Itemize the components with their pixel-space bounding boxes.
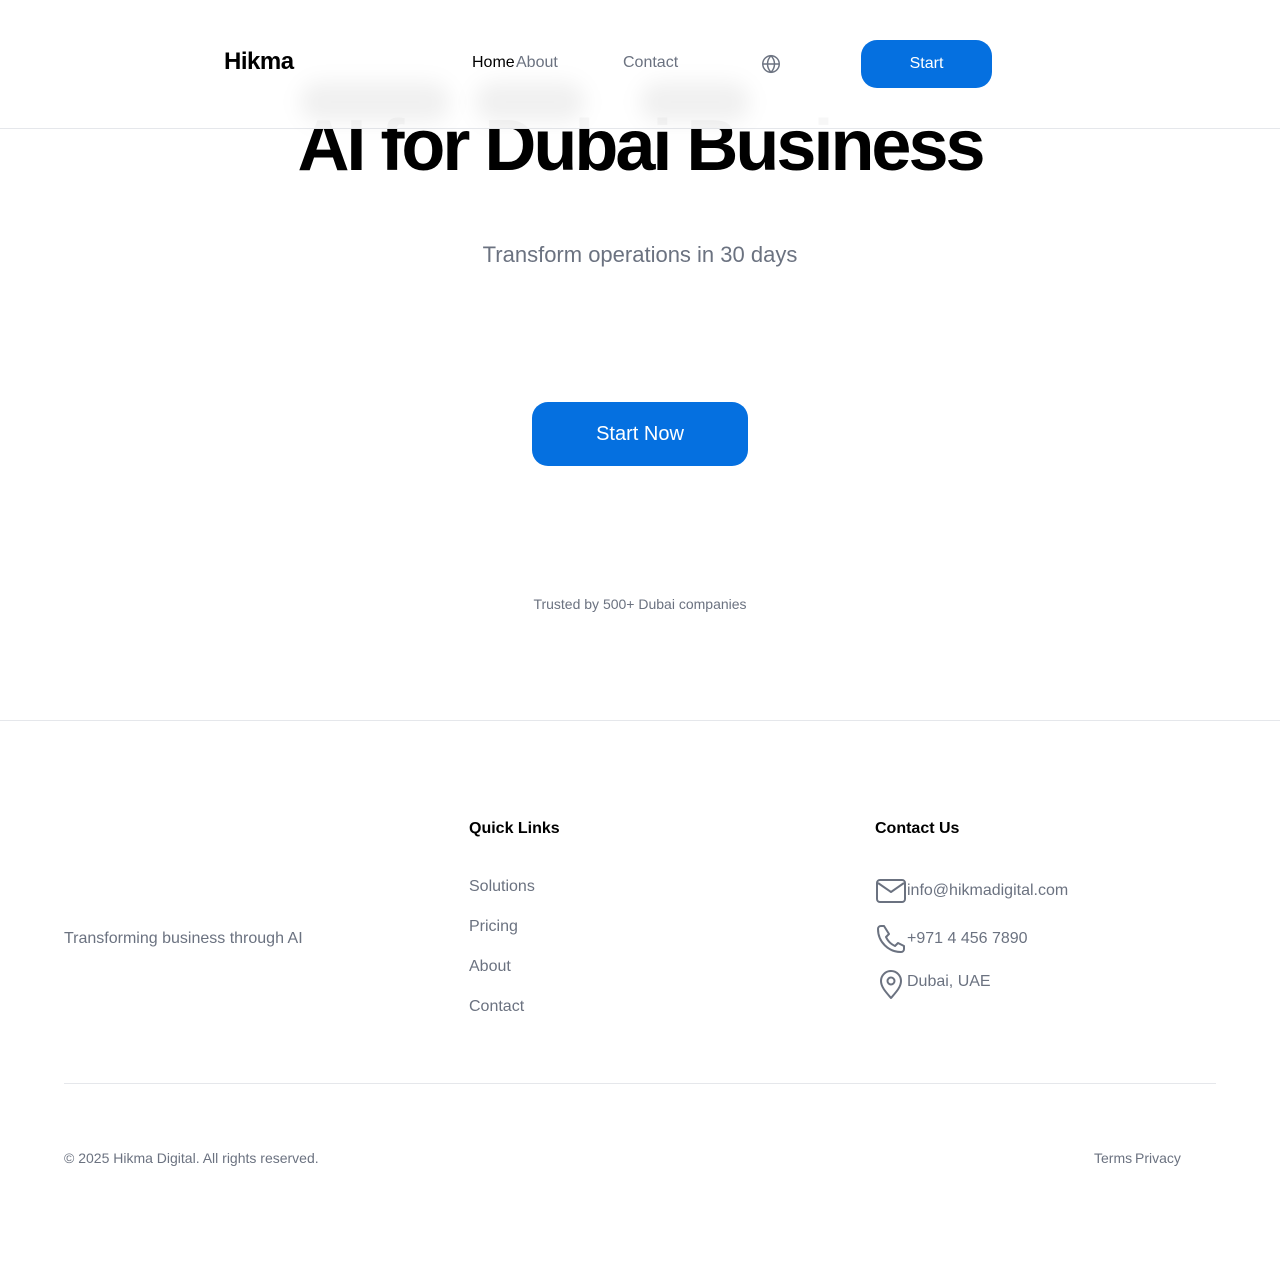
contact-location-text: Dubai, UAE — [907, 973, 991, 990]
page: AI for Dubai Business Transform operatio… — [0, 0, 1280, 1266]
contact-email-text: info@hikmadigital.com — [907, 882, 1069, 899]
nav-about[interactable]: About — [516, 54, 558, 72]
copyright-text: © 2025 Hikma Digital. All rights reserve… — [64, 1150, 319, 1166]
nav-home[interactable]: Home — [472, 54, 515, 72]
map-pin-icon — [880, 970, 902, 999]
contact-us-title: Contact Us — [875, 820, 960, 837]
start-now-button[interactable]: Start Now — [532, 402, 748, 466]
contact-phone-text: +971 4 456 7890 — [907, 930, 1028, 947]
contact-phone[interactable]: +971 4 456 7890 — [875, 923, 1028, 955]
terms-link[interactable]: Terms — [1094, 1150, 1132, 1166]
footer-border — [0, 720, 1280, 721]
footer-link-about[interactable]: About — [469, 958, 511, 976]
privacy-link[interactable]: Privacy — [1135, 1150, 1181, 1166]
header-blur-shadow — [300, 82, 450, 122]
phone-icon — [877, 925, 905, 953]
footer-link-contact[interactable]: Contact — [469, 998, 524, 1016]
header-blur-shadow — [640, 82, 750, 122]
footer-link-pricing[interactable]: Pricing — [469, 918, 518, 936]
globe-icon[interactable] — [760, 53, 782, 75]
logo[interactable]: Hikma — [224, 48, 294, 76]
footer-tagline: Transforming business through AI — [64, 930, 303, 947]
trust-text: Trusted by 500+ Dubai companies — [533, 596, 747, 612]
contact-location: Dubai, UAE — [875, 968, 991, 1000]
nav-contact[interactable]: Contact — [623, 54, 678, 72]
hero-subtitle: Transform operations in 30 days — [482, 242, 798, 267]
footer-divider — [64, 1083, 1216, 1084]
quick-links-title: Quick Links — [469, 820, 560, 837]
start-button[interactable]: Start — [861, 40, 992, 88]
footer-link-solutions[interactable]: Solutions — [469, 878, 535, 896]
site-header: Hikma Home About Contact Start — [0, 0, 1280, 129]
header-blur-shadow — [475, 82, 585, 122]
mail-icon — [876, 879, 906, 903]
contact-email[interactable]: info@hikmadigital.com — [875, 875, 1068, 907]
